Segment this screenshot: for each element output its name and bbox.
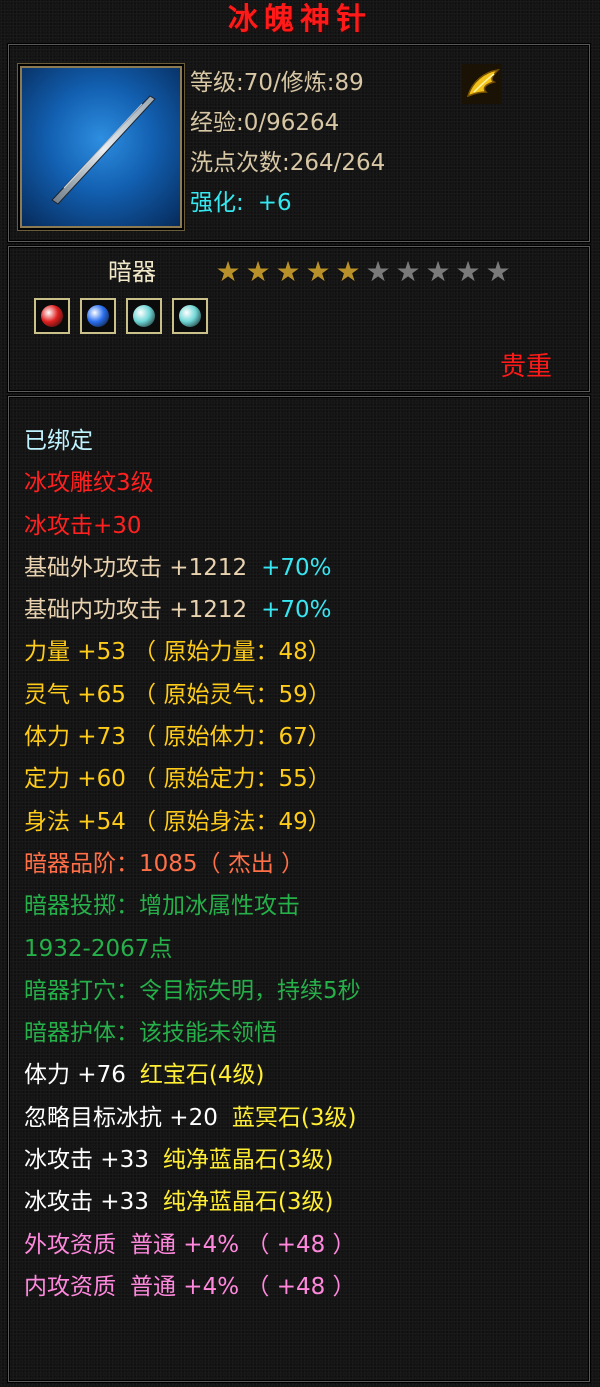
attribute-line: 1932-2067点	[24, 928, 584, 970]
attribute-text: 力量 +53 （ 原始力量：48）	[24, 639, 331, 666]
attribute-text: 身法 +54 （ 原始身法：49）	[24, 808, 331, 835]
rarity-label: 贵重	[499, 352, 552, 382]
attribute-line: 身法 +54 （ 原始身法：49）	[24, 801, 584, 843]
attribute-line: 体力 +76 红宝石(4级)	[24, 1054, 584, 1096]
empty-star-icon: ★	[485, 255, 511, 288]
attribute-text: 冰攻雕纹3级	[24, 470, 154, 497]
filled-star-icon: ★	[305, 255, 331, 288]
empty-star-icon: ★	[425, 255, 451, 288]
attribute-text: 忽略目标冰抗 +20	[24, 1104, 218, 1131]
attribute-text: 冰攻击+30	[24, 512, 142, 539]
attribute-text: 红宝石(4级)	[139, 1062, 265, 1089]
attribute-line: 基础内功攻击 +1212 +70%	[24, 589, 584, 631]
item-tooltip: 冰魄神针 等级:70/修炼:89 经验:0/96264 洗点次数:264/264…	[0, 0, 600, 1387]
attribute-line: 暗器护体：该技能未领悟	[24, 1012, 584, 1054]
gem-jewel	[133, 305, 155, 327]
attribute-line: 暗器投掷：增加冰属性攻击	[24, 885, 584, 927]
attribute-text: 外攻资质	[24, 1231, 116, 1258]
attribute-text: 灵气 +65 （ 原始灵气：59）	[24, 681, 331, 708]
attribute-line: 冰攻雕纹3级	[24, 462, 584, 504]
attribute-text: +70%	[261, 554, 332, 581]
reset-count-line: 洗点次数:264/264	[190, 150, 386, 176]
silver-needle-icon	[20, 66, 182, 228]
attribute-text: 暗器打穴：令目标失明，持续5秒	[24, 977, 361, 1004]
filled-star-icon: ★	[335, 255, 361, 288]
attribute-text: 纯净蓝晶石(3级)	[162, 1147, 334, 1174]
attribute-line: 冰攻击+30	[24, 505, 584, 547]
gem-jewel	[87, 305, 109, 327]
empty-star-icon: ★	[455, 255, 481, 288]
attribute-text: 暗器品阶：1085（ 杰出 ）	[24, 850, 305, 877]
filled-star-icon: ★	[245, 255, 271, 288]
attribute-line: 灵气 +65 （ 原始灵气：59）	[24, 674, 584, 716]
attribute-text: 定力 +60 （ 原始定力：55）	[24, 766, 331, 793]
gem-jewel	[179, 305, 201, 327]
gem-jewel	[41, 305, 63, 327]
attribute-line: 体力 +73 （ 原始体力：67）	[24, 716, 584, 758]
filled-star-icon: ★	[275, 255, 301, 288]
crystal-gem-icon[interactable]	[126, 298, 162, 334]
attribute-line: 外攻资质 普通 +4% （ +48 ）	[24, 1224, 584, 1266]
attribute-line: 暗器品阶：1085（ 杰出 ）	[24, 843, 584, 885]
item-category: 暗器	[108, 258, 156, 286]
attribute-text: 暗器护体：该技能未领悟	[24, 1020, 277, 1047]
attribute-text: 体力 +76	[24, 1062, 126, 1089]
enhance-value: +6	[257, 190, 292, 216]
attribute-text: 基础外功攻击 +1212	[24, 554, 248, 581]
attribute-text: 暗器投掷：增加冰属性攻击	[24, 893, 300, 920]
attribute-line: 基础外功攻击 +1212 +70%	[24, 547, 584, 589]
attribute-text: 纯净蓝晶石(3级)	[162, 1189, 334, 1216]
empty-star-icon: ★	[365, 255, 391, 288]
filled-star-icon: ★	[215, 255, 241, 288]
attribute-text: 蓝冥石(3级)	[231, 1104, 357, 1131]
attribute-line: 冰攻击 +33 纯净蓝晶石(3级)	[24, 1181, 584, 1223]
attribute-line: 忽略目标冰抗 +20 蓝冥石(3级)	[24, 1097, 584, 1139]
attribute-text: 基础内功攻击 +1212	[24, 597, 248, 624]
golden-wing-icon[interactable]	[460, 62, 504, 106]
item-name: 冰魄神针	[228, 2, 372, 37]
empty-star-icon: ★	[395, 255, 421, 288]
crystal-gem-icon[interactable]	[172, 298, 208, 334]
quality-stars: ★ ★ ★ ★ ★ ★ ★ ★ ★ ★	[214, 258, 512, 288]
attribute-text: 普通 +4% （ +48 ）	[130, 1231, 356, 1258]
gem-slots	[34, 298, 208, 334]
red-gem-icon[interactable]	[34, 298, 70, 334]
attribute-text: 已绑定	[24, 428, 93, 454]
attribute-line: 内攻资质 普通 +4% （ +48 ）	[24, 1266, 584, 1308]
level-line: 等级:70/修炼:89	[190, 70, 364, 96]
attribute-text: 冰攻击 +33	[24, 1147, 149, 1174]
attribute-text: 内攻资质	[24, 1273, 116, 1300]
attribute-line: 已绑定	[24, 420, 584, 462]
attribute-line: 力量 +53 （ 原始力量：48）	[24, 631, 584, 673]
enhance-line: 强化: +6	[190, 188, 292, 218]
attribute-list: 已绑定 冰攻雕纹3级 冰攻击+30 基础外功攻击 +1212 +70% 基础内功攻击 +1…	[24, 420, 584, 1308]
attribute-line: 冰攻击 +33 纯净蓝晶石(3级)	[24, 1139, 584, 1181]
attribute-line: 暗器打穴：令目标失明，持续5秒	[24, 970, 584, 1012]
attribute-text: 1932-2067点	[24, 935, 173, 962]
enhance-label: 强化:	[190, 190, 244, 216]
exp-line: 经验:0/96264	[190, 110, 340, 136]
attribute-text: 冰攻击 +33	[24, 1189, 149, 1216]
attribute-text: 普通 +4% （ +48 ）	[130, 1273, 356, 1300]
attribute-text: +70%	[261, 597, 332, 624]
blue-gem-icon[interactable]	[80, 298, 116, 334]
attribute-line: 定力 +60 （ 原始定力：55）	[24, 758, 584, 800]
attribute-text: 体力 +73 （ 原始体力：67）	[24, 724, 331, 751]
